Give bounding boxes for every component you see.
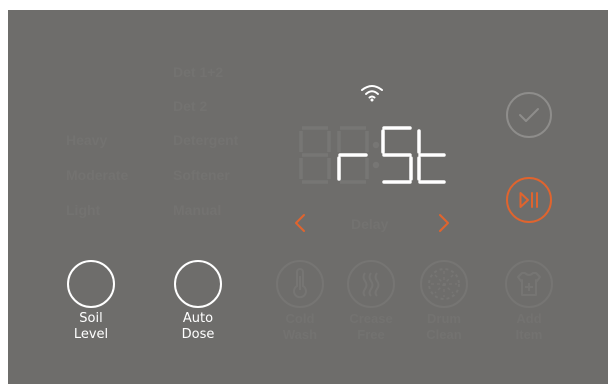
detergent-option-det2[interactable]: Det 2 (173, 98, 207, 114)
detergent-option-manual[interactable]: Manual (173, 202, 221, 218)
soil-option-heavy[interactable]: Heavy (66, 132, 107, 148)
add-item-label-line2: Item (515, 327, 543, 342)
drum-clean-button[interactable] (420, 260, 468, 308)
add-item-icon (505, 260, 553, 308)
soil-option-moderate[interactable]: Moderate (66, 167, 128, 183)
crease-free-label-line2: Free (357, 327, 385, 342)
auto-dose-label-line2: Dose (181, 327, 215, 342)
thermometer-icon (276, 260, 324, 308)
cold-wash-label-line2: Wash (282, 327, 318, 342)
auto-dose-label-line1: Auto (182, 311, 214, 326)
check-icon (519, 108, 539, 122)
confirm-button[interactable] (505, 91, 553, 139)
drum-clean-label-line1: Drum (427, 311, 461, 326)
soil-level-button[interactable] (67, 260, 115, 308)
start-pause-button[interactable] (505, 176, 553, 224)
add-item-label-line1: Add (516, 311, 542, 326)
display-code (337, 126, 446, 184)
delay-increase-button[interactable] (438, 213, 450, 233)
soil-level-label-line2: Level (73, 327, 109, 342)
crease-free-label: Crease Free (341, 311, 401, 343)
drum-clean-label-line2: Clean (426, 327, 462, 342)
detergent-option-detergent[interactable]: Detergent (173, 132, 238, 148)
wifi-icon (361, 85, 383, 102)
seven-segment-display (299, 126, 446, 184)
cold-wash-label-line1: Cold (285, 311, 315, 326)
delay-label: Delay (351, 216, 389, 232)
auto-dose-button[interactable] (174, 260, 222, 308)
crease-free-icon (347, 260, 395, 308)
add-item-label: Add Item (499, 311, 559, 343)
detergent-option-det12[interactable]: Det 1+2 (173, 64, 223, 80)
crease-free-button[interactable] (347, 260, 395, 308)
soil-level-label: Soil Level (61, 311, 121, 343)
delay-decrease-button[interactable] (294, 213, 306, 233)
add-item-button[interactable] (505, 260, 553, 308)
cold-wash-button[interactable] (276, 260, 324, 308)
control-panel: Det 1+2 Det 2 Detergent Softener Manual … (8, 10, 608, 384)
auto-dose-label: Auto Dose (168, 311, 228, 343)
detergent-option-softener[interactable]: Softener (173, 167, 230, 183)
play-pause-icon (519, 192, 529, 208)
drum-clean-icon (420, 260, 468, 308)
cold-wash-label: Cold Wash (270, 311, 330, 343)
crease-free-label-line1: Crease (349, 311, 393, 326)
soil-option-light[interactable]: Light (66, 202, 100, 218)
drum-clean-label: Drum Clean (414, 311, 474, 343)
soil-level-label-line1: Soil (79, 311, 103, 326)
